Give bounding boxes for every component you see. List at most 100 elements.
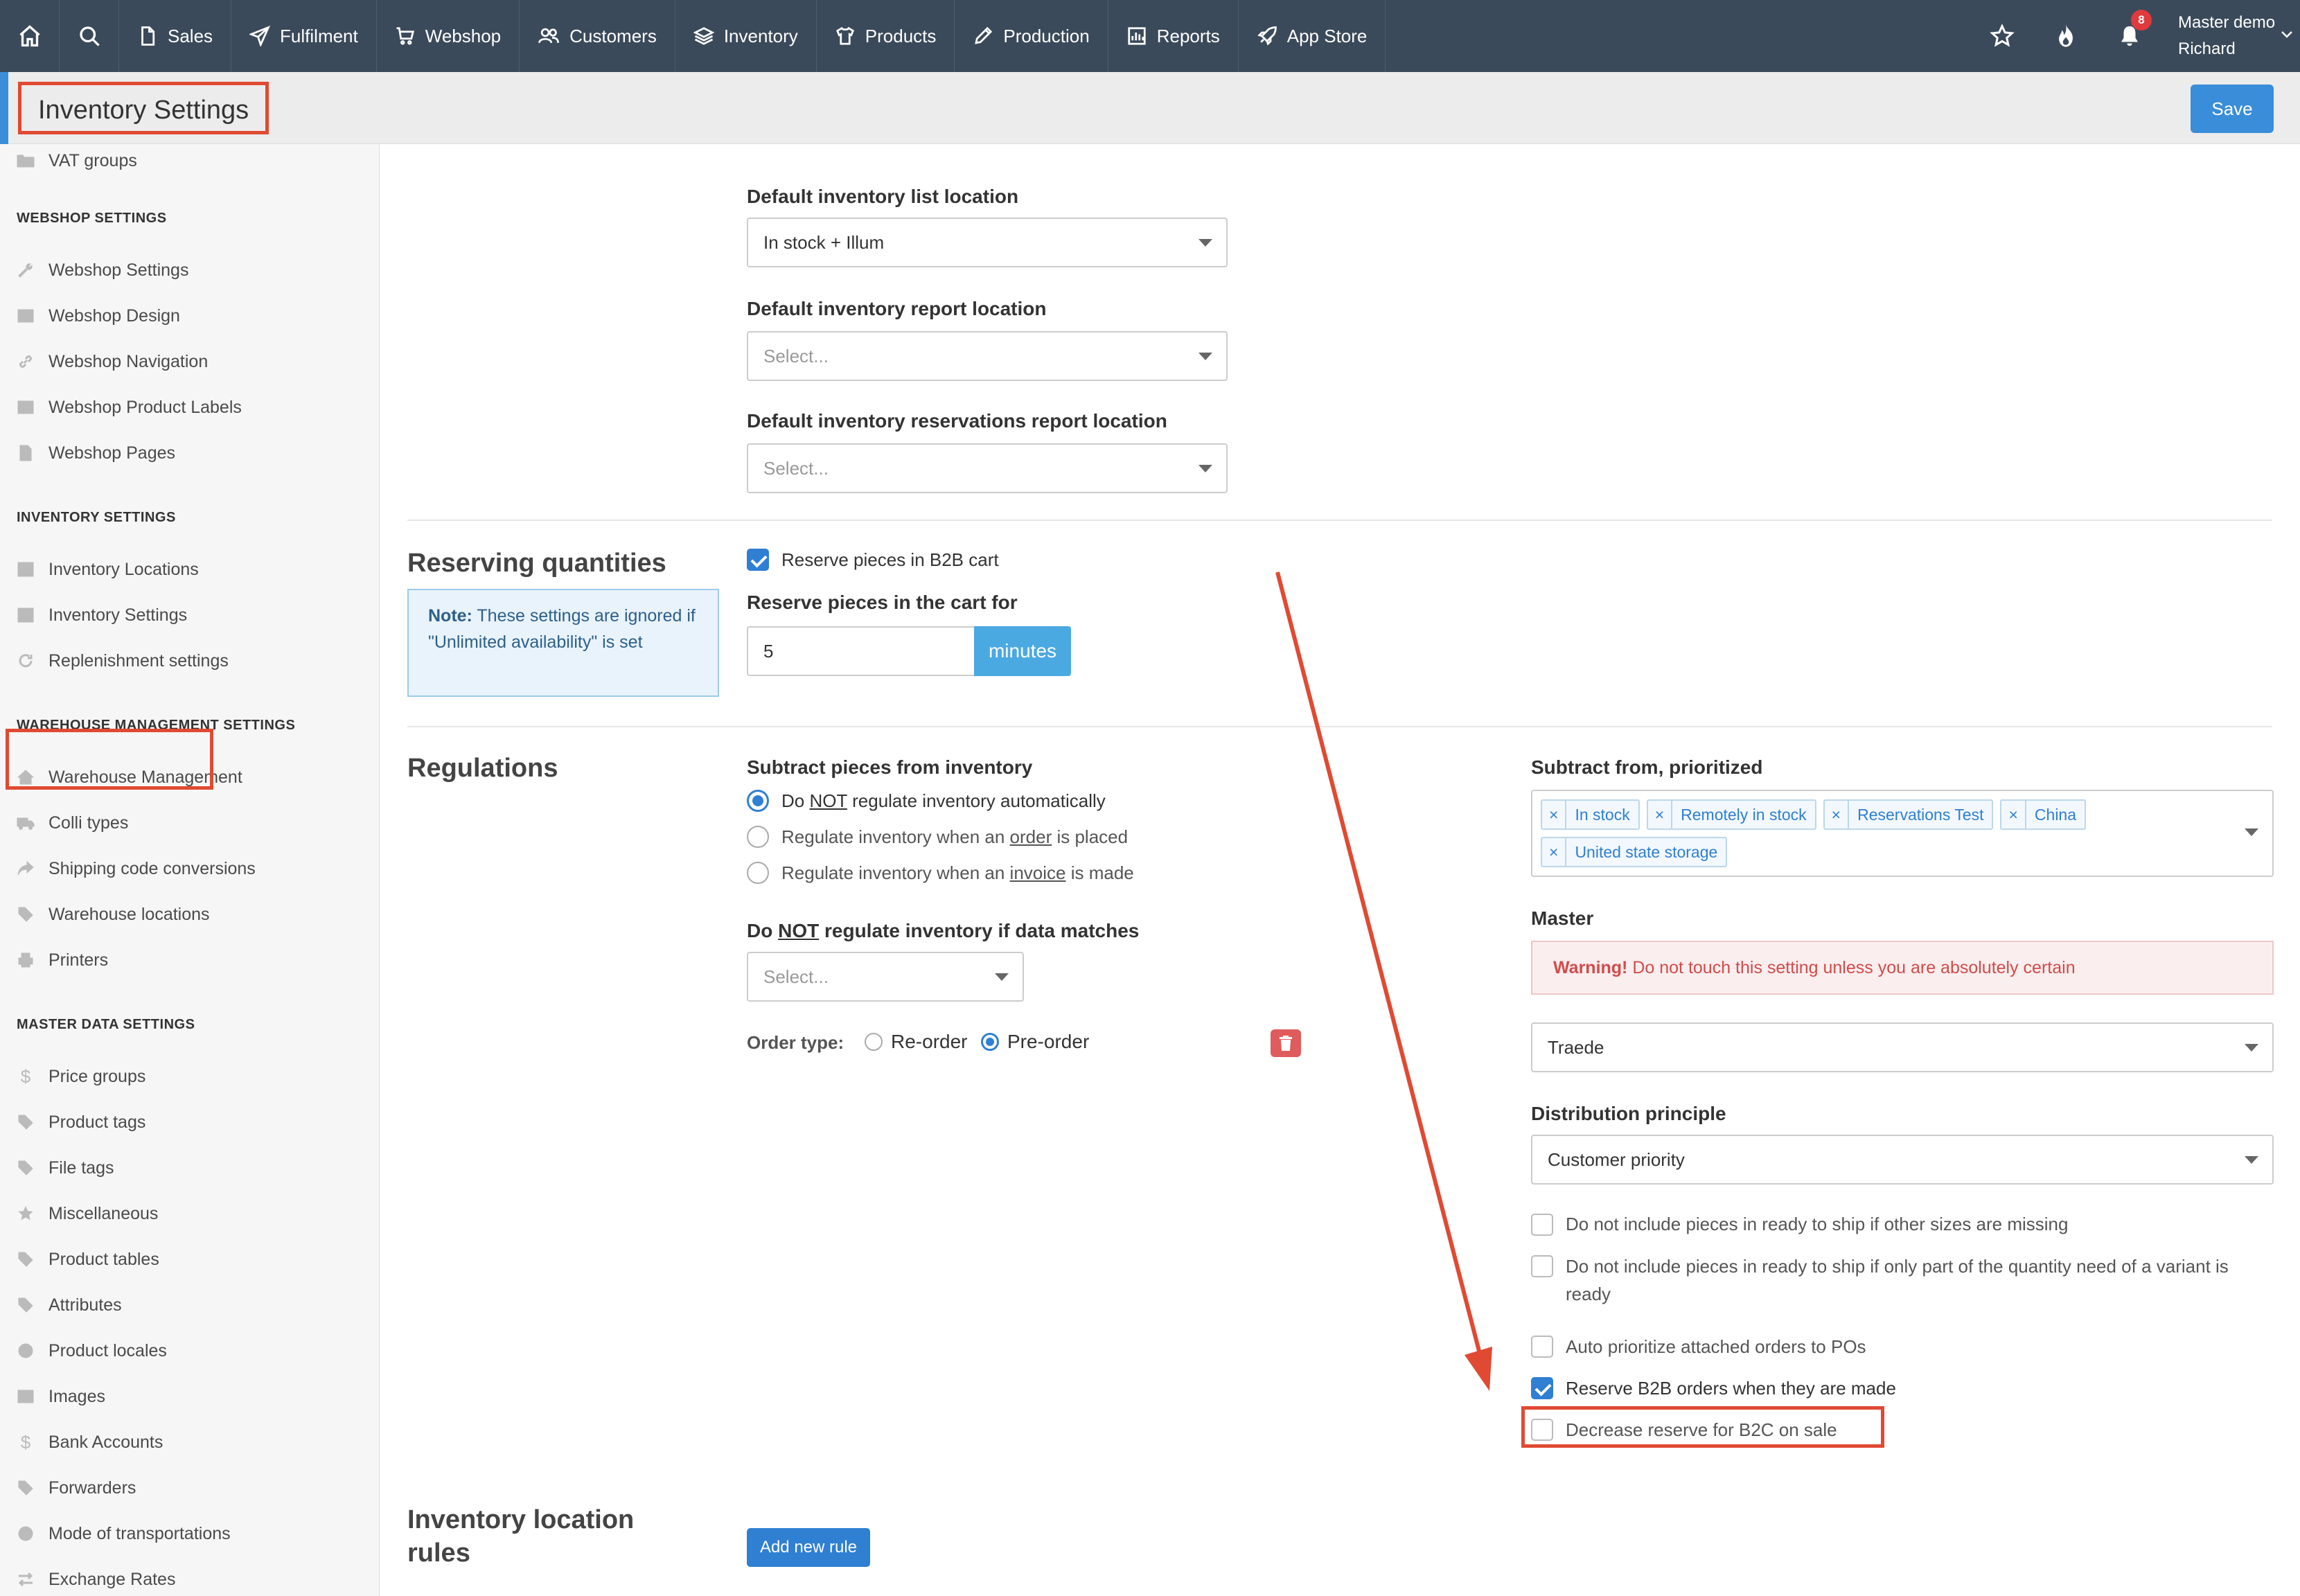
activity-button[interactable]	[2034, 0, 2098, 72]
sidebar-item-label: Shipping code conversions	[48, 858, 256, 878]
location-rules-title-line2: rules	[407, 1539, 470, 1568]
nav-inventory[interactable]: Inventory	[675, 0, 817, 72]
tag-icon	[17, 1296, 35, 1314]
sidebar-item-label: Product tables	[48, 1249, 159, 1269]
annotation-arrow-line	[1275, 571, 1483, 1357]
add-new-rule-button[interactable]: Add new rule	[747, 1528, 870, 1567]
shirt-icon	[835, 26, 854, 45]
sidebar-item-forwarders[interactable]: Forwarders	[17, 1474, 136, 1502]
nav-reports-label: Reports	[1156, 25, 1220, 46]
sidebar-item-images[interactable]: Images	[17, 1383, 105, 1410]
tag-icon	[17, 1113, 35, 1131]
globe-icon	[17, 1342, 35, 1360]
sidebar-item-replenishment-settings[interactable]: Replenishment settings	[17, 647, 229, 675]
annotation-arrow	[1275, 571, 1492, 1391]
nav-webshop-label: Webshop	[425, 25, 502, 46]
table-icon	[17, 606, 35, 624]
nav-app-store-label: App Store	[1286, 25, 1368, 46]
nav-app-store[interactable]: App Store	[1239, 0, 1386, 72]
sidebar-item-mode-of-transportations[interactable]: Mode of transportations	[17, 1520, 231, 1548]
sidebar-item-label: Bank Accounts	[48, 1432, 163, 1452]
sidebar-item-miscellaneous[interactable]: Miscellaneous	[17, 1200, 158, 1227]
wrench-icon	[17, 261, 35, 279]
sidebar-item-price-groups[interactable]: $ Price groups	[17, 1063, 146, 1090]
globe-icon	[17, 1525, 35, 1543]
dollar-icon: $	[20, 1065, 31, 1087]
title-accent-bar	[0, 72, 8, 144]
link-icon	[17, 353, 35, 371]
image-icon	[17, 398, 35, 416]
send-icon	[249, 26, 271, 46]
sidebar-item-webshop-pages[interactable]: Webshop Pages	[17, 439, 175, 467]
sidebar-item-attributes[interactable]: Attributes	[17, 1291, 122, 1319]
search-icon	[79, 26, 100, 46]
user-menu[interactable]: Master demo Richard	[2161, 10, 2300, 62]
nav-inventory-label: Inventory	[723, 25, 798, 46]
sidebar-heading-webshop: WEBSHOP SETTINGS	[17, 211, 167, 226]
sidebar-item-label: Images	[48, 1386, 105, 1406]
sidebar-item-label: Product locales	[48, 1340, 167, 1360]
image-icon	[17, 1387, 35, 1406]
star-icon	[17, 1205, 35, 1223]
sidebar-item-webshop-product-labels[interactable]: Webshop Product Labels	[17, 393, 242, 421]
users-icon	[538, 28, 560, 44]
home-button[interactable]	[0, 0, 60, 72]
nav-customers[interactable]: Customers	[520, 0, 675, 72]
cart-icon	[396, 27, 414, 45]
main-content: Default inventory list location In stock…	[380, 144, 2300, 1596]
sidebar-item-webshop-design[interactable]: Webshop Design	[17, 302, 180, 330]
nav-customers-label: Customers	[569, 25, 657, 46]
sidebar-item-inventory-settings[interactable]: Inventory Settings	[17, 601, 187, 629]
sidebar-item-exchange-rates[interactable]: Exchange Rates	[17, 1566, 175, 1593]
nav-production-label: Production	[1003, 25, 1090, 46]
top-navigation: Sales Fulfilment Webshop Customers Inven…	[0, 0, 2300, 72]
search-button[interactable]	[60, 0, 119, 72]
sidebar-item-label: Warehouse locations	[48, 904, 210, 924]
sidebar-item-product-locales[interactable]: Product locales	[17, 1337, 167, 1365]
sidebar-item-colli-types[interactable]: Colli types	[17, 809, 128, 837]
notification-count-badge: 8	[2131, 10, 2152, 30]
share-arrow-icon	[17, 860, 35, 878]
page-header: Inventory Settings Save	[0, 72, 2300, 144]
nav-webshop[interactable]: Webshop	[377, 0, 520, 72]
favorites-button[interactable]	[1970, 0, 2034, 72]
sidebar-item-label: Product tags	[48, 1112, 146, 1132]
refresh-icon	[17, 652, 35, 670]
sidebar-item-label: Webshop Product Labels	[48, 397, 242, 417]
location-rules-section-title: Inventory location rules	[407, 1503, 634, 1570]
nav-reports[interactable]: Reports	[1108, 0, 1239, 72]
sidebar-item-printers[interactable]: Printers	[17, 946, 108, 974]
nav-production[interactable]: Production	[955, 0, 1108, 72]
sidebar-item-label: Price groups	[48, 1066, 146, 1086]
sidebar-item-product-tables[interactable]: Product tables	[17, 1245, 159, 1273]
user-name: Richard	[2178, 39, 2236, 58]
sidebar-item-label: Exchange Rates	[48, 1569, 176, 1589]
home-icon	[19, 25, 40, 47]
sidebar-item-label: Replenishment settings	[48, 650, 229, 671]
sidebar-item-label: Mode of transportations	[48, 1523, 231, 1543]
sidebar-item-shipping-code-conversions[interactable]: Shipping code conversions	[17, 855, 256, 883]
nav-products[interactable]: Products	[817, 0, 955, 72]
save-button[interactable]: Save	[2191, 85, 2274, 133]
sidebar-item-inventory-locations[interactable]: Inventory Locations	[17, 556, 199, 583]
sidebar-item-label: Colli types	[48, 813, 129, 833]
sidebar-item-webshop-navigation[interactable]: Webshop Navigation	[17, 348, 208, 375]
sidebar-item-warehouse-locations[interactable]: Warehouse locations	[17, 901, 210, 928]
rocket-icon	[1257, 26, 1277, 46]
nav-fulfilment[interactable]: Fulfilment	[231, 0, 377, 72]
truck-icon	[17, 814, 35, 832]
sidebar-item-label: Webshop Design	[48, 305, 180, 326]
sidebar-item-webshop-settings[interactable]: Webshop Settings	[17, 256, 188, 284]
sidebar-item-label: Webshop Settings	[48, 260, 189, 280]
sidebar-item-file-tags[interactable]: File tags	[17, 1154, 114, 1182]
tag-icon	[17, 1159, 35, 1177]
report-icon	[1128, 27, 1146, 45]
flame-icon	[2059, 24, 2073, 47]
sidebar-item-bank-accounts[interactable]: $ Bank Accounts	[17, 1428, 163, 1456]
sidebar-item-vat-groups[interactable]: VAT groups	[17, 147, 137, 175]
nav-sales[interactable]: Sales	[119, 0, 232, 72]
sidebar-item-label: Attributes	[48, 1295, 122, 1315]
star-icon	[1990, 24, 2015, 47]
notifications-button[interactable]: 8	[2098, 0, 2161, 72]
sidebar-item-product-tags[interactable]: Product tags	[17, 1108, 145, 1136]
